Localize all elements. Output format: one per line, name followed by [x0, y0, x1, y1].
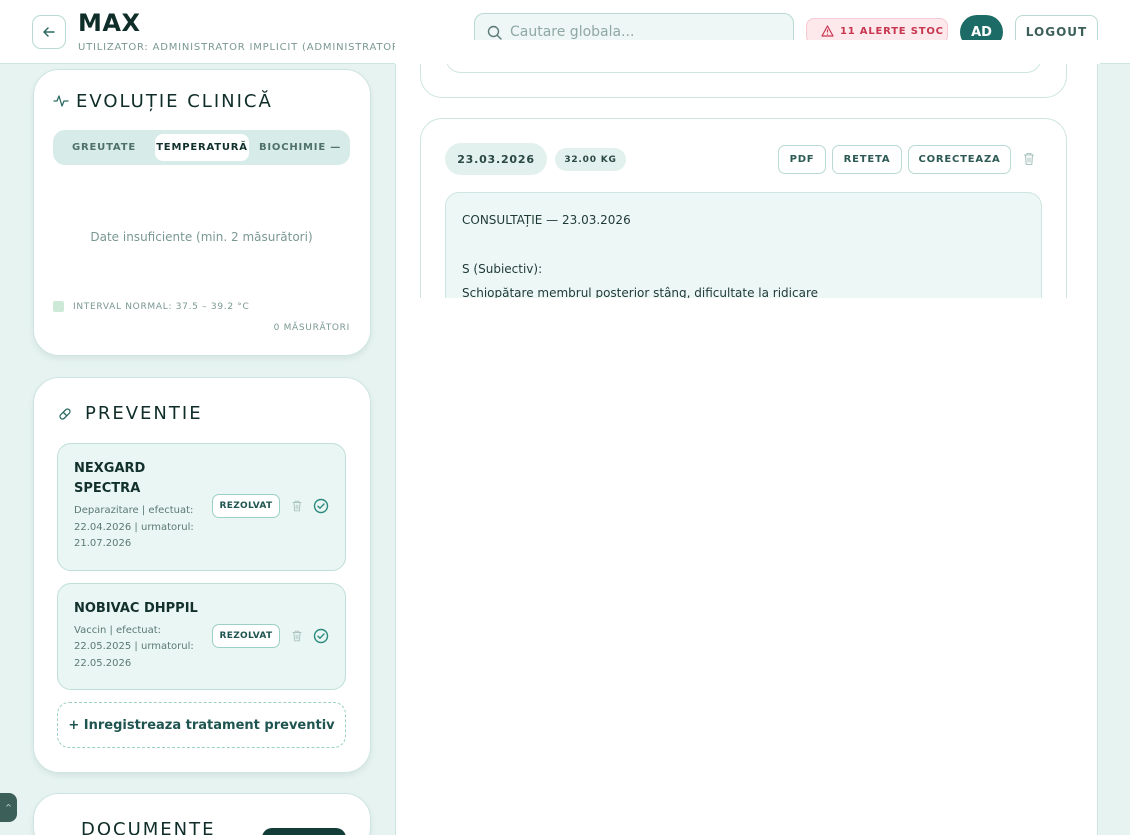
- consultation-weight: 32.00 KG: [555, 148, 626, 171]
- resolved-button[interactable]: REZOLVAT: [212, 494, 280, 518]
- consultation-date: 23.03.2026: [445, 143, 547, 175]
- check-circle-icon[interactable]: [313, 498, 329, 514]
- prevention-item-name: NOBIVAC DHPPIL: [74, 601, 198, 616]
- panel-top-edge: [395, 40, 1100, 64]
- patient-name: MAX: [78, 9, 141, 37]
- trash-icon[interactable]: [1021, 151, 1037, 167]
- documents-title: DOCUMENTE: [81, 819, 216, 835]
- check-circle-icon[interactable]: [313, 628, 329, 644]
- measurement-count: 0 MĂSURĂTORI: [273, 323, 350, 333]
- prevention-item-name: SPECTRA: [74, 481, 141, 496]
- documents-action-button[interactable]: [262, 828, 346, 835]
- prevention-item-meta: 21.07.2026: [74, 538, 132, 549]
- alert-label: 11 ALERTE STOC: [840, 25, 944, 37]
- correct-button[interactable]: CORECTEAZA: [908, 145, 1011, 174]
- warning-icon: [821, 25, 834, 37]
- user-info: UTILIZATOR: ADMINISTRATOR IMPLICIT (ADMI…: [78, 42, 405, 53]
- arrow-left-icon: [43, 27, 55, 37]
- trash-icon[interactable]: [290, 629, 304, 643]
- reteta-button[interactable]: RETETA: [832, 145, 902, 174]
- search-icon: [487, 25, 502, 40]
- prevention-item-meta: 22.04.2026 | urmatorul:: [74, 522, 194, 533]
- trash-icon[interactable]: [290, 499, 304, 513]
- tab-temperature[interactable]: TEMPERATURĂ: [155, 134, 249, 161]
- prevention-item-meta: Deparazitare | efectuat:: [74, 505, 194, 516]
- pill-icon: [59, 408, 71, 420]
- prevention-item-meta: 22.05.2026: [74, 658, 132, 669]
- search-input[interactable]: [510, 24, 780, 40]
- clinical-evolution-card: [33, 69, 371, 356]
- add-preventive-treatment-button[interactable]: + Inregistreaza tratament preventiv: [57, 702, 346, 748]
- tab-biochemistry[interactable]: BIOCHIMIE —: [257, 134, 343, 161]
- chart-empty-message: Date insuficiente (min. 2 măsurători): [90, 230, 313, 244]
- consultation-notes: [445, 192, 1042, 298]
- pulse-icon: [53, 95, 69, 107]
- legend-swatch: [53, 301, 64, 312]
- prevention-item-meta: Vaccin | efectuat:: [74, 625, 162, 636]
- pdf-button[interactable]: PDF: [778, 145, 826, 174]
- prevention-title: PREVENTIE: [85, 403, 203, 424]
- back-button[interactable]: [32, 15, 66, 49]
- resolved-button[interactable]: REZOLVAT: [212, 624, 280, 648]
- prevention-item-name: NEXGARD: [74, 461, 146, 476]
- side-handle[interactable]: ^: [0, 793, 17, 822]
- chevron-up-icon: ^: [5, 803, 12, 812]
- prevention-item-meta: 22.05.2025 | urmatorul:: [74, 641, 194, 652]
- evolution-title: EVOLUȚIE CLINICĂ: [76, 91, 273, 112]
- normal-range-legend: INTERVAL NORMAL: 37.5 – 39.2 °C: [73, 302, 250, 312]
- tab-weight[interactable]: GREUTATE: [61, 134, 147, 161]
- subjective-label: S (Subiectiv):: [462, 262, 543, 276]
- subjective-text: Schiopătare membrul posterior stâng, dif…: [462, 286, 819, 298]
- consultation-heading: CONSULTAȚIE — 23.03.2026: [462, 213, 631, 227]
